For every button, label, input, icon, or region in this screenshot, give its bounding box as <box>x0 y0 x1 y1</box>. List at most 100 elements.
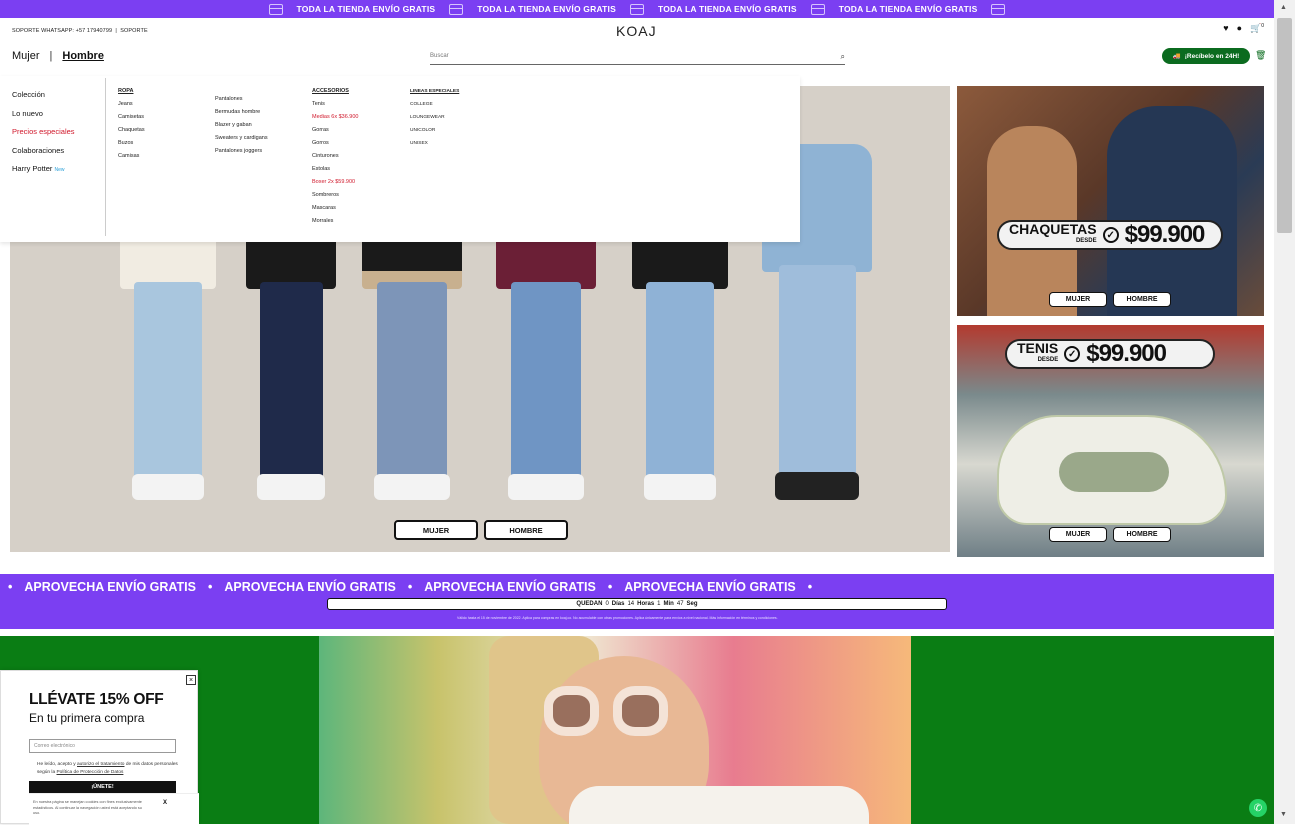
menu-colaboraciones[interactable]: Colaboraciones <box>12 142 75 161</box>
menu-precios-especiales[interactable]: Precios especiales <box>12 123 75 142</box>
join-button[interactable]: ¡ÚNETE! <box>29 781 176 793</box>
menu-item[interactable]: Morrales <box>312 215 358 228</box>
check-icon: ✓ <box>1102 227 1119 243</box>
menu-item[interactable]: Cinturones <box>312 150 358 163</box>
menu-item[interactable]: Gorras <box>312 124 358 137</box>
package-icon <box>630 3 644 15</box>
support-link[interactable]: SOPORTE <box>120 28 148 34</box>
menu-divider <box>105 78 106 236</box>
nav-mujer[interactable]: Mujer <box>12 50 40 62</box>
scroll-up-icon[interactable]: ▲ <box>1280 4 1287 11</box>
chaquetas-label: CHAQUETAS DESDE <box>1009 221 1097 244</box>
chaquetas-hombre-button[interactable]: HOMBRE <box>1113 292 1171 307</box>
trash-icon[interactable]: 🗑 <box>1255 50 1266 61</box>
menu-item[interactable]: COLLEGE <box>410 98 459 111</box>
email-field[interactable]: Correo electrónico <box>29 739 176 753</box>
tenis-banner[interactable]: TENIS DESDE ✓ $99.900 MUJER HOMBRE <box>957 325 1264 557</box>
sneaker-image <box>997 415 1227 525</box>
tenis-price: $99.900 <box>1086 340 1167 367</box>
nav-separator: | <box>49 50 53 62</box>
whatsapp-icon[interactable]: ✆ <box>1249 799 1267 817</box>
menu-item[interactable]: Mascaras <box>312 202 358 215</box>
gender-nav: Mujer | Hombre <box>12 50 104 62</box>
menu-item[interactable]: UNICOLOR <box>410 124 459 137</box>
search-icon[interactable]: ⌕ <box>841 52 845 62</box>
tenis-label: TENIS DESDE <box>1017 340 1059 363</box>
chaquetas-price: $99.900 <box>1124 221 1206 248</box>
menu-item[interactable]: Camisas <box>118 150 145 163</box>
cookie-text: En nuestra página se manejan cookies con… <box>33 800 142 815</box>
menu-lo-nuevo[interactable]: Lo nuevo <box>12 105 75 124</box>
menu-item[interactable]: Pantalones joggers <box>215 145 268 158</box>
menu-item[interactable]: Sweaters y cardigans <box>215 132 268 145</box>
scroll-down-icon[interactable]: ▼ <box>1280 811 1287 818</box>
chaquetas-mujer-button[interactable]: MUJER <box>1049 292 1107 307</box>
new-badge: New <box>54 167 65 173</box>
package-icon <box>268 3 283 15</box>
hero-mujer-button[interactable]: MUJER <box>394 520 478 540</box>
menu-item[interactable]: Chaquetas <box>118 124 145 137</box>
menu-item[interactable]: Estolas <box>312 163 358 176</box>
promo-marquee: • APROVECHA ENVÍO GRATIS • APROVECHA ENVÍO… <box>8 580 813 594</box>
menu-item[interactable]: Sombreros <box>312 189 358 202</box>
menu-harry-potter[interactable]: Harry Potter New <box>12 160 75 180</box>
hero-buttons: MUJER HOMBRE <box>394 520 568 540</box>
lineas-heading[interactable]: LINEAS ESPECIALES <box>410 85 459 98</box>
menu-item[interactable]: Boxer 2x $59.900 <box>312 176 358 189</box>
announcement-text: TODA LA TIENDA ENVÍO GRATIS <box>658 4 797 14</box>
menu-item[interactable]: LOUNGEWEAR <box>410 111 459 124</box>
menu-item[interactable]: Medias 6x $36.900 <box>312 111 358 124</box>
support-whatsapp-link[interactable]: SOPORTE WHATSAPP: +57 17940799 <box>12 28 112 34</box>
menu-item[interactable]: Gorros <box>312 137 358 150</box>
package-icon <box>810 3 825 15</box>
menu-item[interactable]: Bermudas hombre <box>215 106 268 119</box>
legal-consent[interactable]: He leído, acepto y autorizo el tratamien… <box>37 761 182 777</box>
ropa-heading[interactable]: ROPA <box>118 85 145 98</box>
lineas-column: LINEAS ESPECIALES COLLEGE LOUNGEWEAR UNI… <box>410 85 459 150</box>
user-icon[interactable]: ● <box>1237 23 1242 34</box>
announcement-text: TODA LA TIENDA ENVÍO GRATIS <box>296 4 436 14</box>
accesorios-heading[interactable]: ACCESORIOS <box>312 85 358 98</box>
nav-hombre[interactable]: Hombre <box>62 50 104 62</box>
popup-subtitle: En tu primera compra <box>29 711 145 725</box>
cart-icon[interactable]: 🛒0 <box>1250 23 1264 34</box>
sunglasses-banner[interactable] <box>319 636 911 824</box>
site-header: SOPORTE WHATSAPP: +57 17940799 | SOPORTE… <box>0 18 1274 76</box>
menu-item[interactable]: Pantalones <box>215 93 268 106</box>
support-info: SOPORTE WHATSAPP: +57 17940799 | SOPORTE <box>12 28 148 34</box>
announcement-text: TODA LA TIENDA ENVÍO GRATIS <box>838 4 978 14</box>
promo-text: APROVECHA ENVÍO GRATIS <box>624 580 796 594</box>
search-placeholder: Buscar <box>430 53 449 59</box>
promo-text: APROVECHA ENVÍO GRATIS <box>24 580 196 594</box>
chaquetas-price-pill: CHAQUETAS DESDE ✓ $99.900 <box>997 220 1223 250</box>
menu-item[interactable]: Tenis <box>312 98 358 111</box>
cart-count: 0 <box>1261 23 1264 29</box>
hero-hombre-button[interactable]: HOMBRE <box>484 520 568 540</box>
menu-item[interactable]: Buzos <box>118 137 145 150</box>
koaj-logo[interactable]: KOAJ <box>616 23 657 39</box>
chaquetas-banner[interactable]: CHAQUETAS DESDE ✓ $99.900 MUJER HOMBRE <box>957 86 1264 316</box>
promo-text: APROVECHA ENVÍO GRATIS <box>224 580 396 594</box>
menu-coleccion[interactable]: Colección <box>12 86 75 105</box>
close-icon[interactable]: × <box>186 675 196 685</box>
menu-item[interactable]: Jeans <box>118 98 145 111</box>
tenis-hombre-button[interactable]: HOMBRE <box>1113 527 1171 542</box>
scrollbar[interactable]: ▲ ▼ <box>1274 0 1295 824</box>
countdown-timer: QUEDAN 0 Días 14 Horas 1 Min 47 Seg <box>327 598 947 610</box>
menu-item[interactable]: Blazer y gaban <box>215 119 268 132</box>
check-icon: ✓ <box>1064 346 1081 362</box>
cookie-close-button[interactable]: X <box>163 800 167 806</box>
menu-item[interactable]: UNISEX <box>410 137 459 150</box>
announcement-bar: TODA LA TIENDA ENVÍO GRATIS TODA LA TIEN… <box>0 0 1274 18</box>
header-icons: ♥ ● 🛒0 <box>1223 23 1264 34</box>
menu-left-links: Colección Lo nuevo Precios especiales Co… <box>12 86 75 180</box>
tenis-mujer-button[interactable]: MUJER <box>1049 527 1107 542</box>
menu-item[interactable]: Camisetas <box>118 111 145 124</box>
tenis-buttons: MUJER HOMBRE <box>1049 527 1171 542</box>
announcement-text: TODA LA TIENDA ENVÍO GRATIS <box>477 4 616 14</box>
delivery-24h-button[interactable]: 🚚 ¡Recíbelo en 24H! <box>1162 48 1250 64</box>
scrollbar-thumb[interactable] <box>1277 18 1292 233</box>
search-input[interactable]: Buscar ⌕ <box>430 52 845 65</box>
heart-icon[interactable]: ♥ <box>1223 23 1228 34</box>
accesorios-column: ACCESORIOS Tenis Medias 6x $36.900 Gorra… <box>312 85 358 228</box>
